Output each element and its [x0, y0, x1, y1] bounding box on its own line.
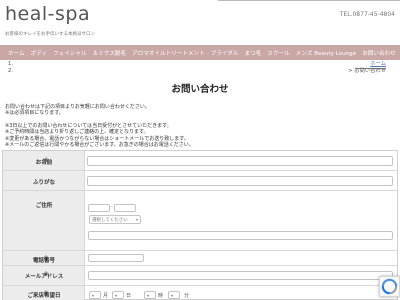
- minute-unit: 分: [184, 293, 190, 299]
- chevron-down-icon: ▾: [115, 293, 118, 298]
- breadcrumb-divider: [355, 68, 386, 69]
- breadcrumb-home-link[interactable]: ホーム: [348, 61, 386, 68]
- nav-item-bridal[interactable]: ブライダル: [211, 49, 239, 57]
- main-nav: ホーム ボディ フェイシャル ＆ミクス脱毛 アロマオイルトリートメント ブライダ…: [0, 45, 400, 60]
- form-label-cell: ご住所: [3, 191, 85, 250]
- required-mark: ※: [43, 291, 49, 297]
- site-logo[interactable]: heal-spa: [5, 3, 90, 25]
- form-row-kana: ふりがな: [3, 171, 397, 191]
- contact-notes: お問い合わせは下記の項目よりお気軽にお問い合わせください。 ※は必須項目になりま…: [5, 104, 194, 148]
- kana-label: ふりがな: [32, 180, 55, 186]
- address-label: ご住所: [35, 203, 53, 209]
- note-line: ※メールのご返信は行間やかる場合がございます。お急ぎの場合はお電話ください。: [5, 142, 194, 149]
- form-label-cell: メールアドレス ※: [3, 266, 85, 285]
- form-label-cell: 電話番号 ※: [3, 251, 85, 265]
- page-title: お問い合わせ: [171, 84, 229, 95]
- nav-item-home[interactable]: ホーム: [8, 49, 25, 57]
- form-row-email: メールアドレス ※: [3, 266, 397, 286]
- nav-item-school[interactable]: スクール: [267, 49, 289, 57]
- phone-input[interactable]: [88, 254, 144, 262]
- breadcrumb-list: 1. 2.: [8, 61, 13, 75]
- form-row-phone: 電話番号 ※: [3, 251, 397, 266]
- day-unit: 日: [126, 293, 132, 299]
- form-row-name: お名前 ※: [3, 151, 397, 171]
- prefecture-select-value: 選択してください: [92, 218, 128, 223]
- recaptcha-badge[interactable]: [379, 276, 400, 297]
- contact-form: お名前 ※ ふりがな ご住所 - 選択してください ▾ 電話番号 ※ メールアドレス…: [2, 150, 398, 300]
- name-input[interactable]: [87, 156, 393, 166]
- required-mark: ※: [43, 158, 49, 164]
- minute-select[interactable]: ▾: [168, 291, 180, 299]
- prefecture-select[interactable]: 選択してください ▾: [89, 215, 141, 224]
- site-tagline: お客様のキレイをお手伝いする本格派サロン: [5, 32, 95, 37]
- chevron-down-icon: ▾: [92, 293, 95, 298]
- postal-code-first-input[interactable]: [88, 204, 110, 212]
- day-select[interactable]: ▾: [112, 291, 124, 299]
- required-mark: ※: [43, 256, 49, 262]
- site-header: heal-spa お客様のキレイをお手伝いする本格派サロン TEL.0877-4…: [0, 0, 400, 44]
- nav-item-eyelash[interactable]: まつ毛: [244, 49, 261, 57]
- address-input[interactable]: [88, 231, 393, 240]
- postal-dash: -: [111, 204, 113, 210]
- kana-input[interactable]: [87, 176, 393, 186]
- chevron-down-icon: ▾: [135, 217, 138, 222]
- month-unit: 月: [103, 293, 109, 299]
- nav-item-contact[interactable]: お問い合わせ: [362, 49, 396, 57]
- breadcrumb-number: 2.: [8, 67, 14, 74]
- nav-item-body[interactable]: ボディ: [31, 49, 47, 57]
- month-select[interactable]: ▾: [89, 291, 101, 299]
- nav-item-hair-removal[interactable]: ＆ミクス脱毛: [93, 49, 126, 57]
- form-row-address: ご住所 - 選択してください ▾: [3, 191, 397, 251]
- required-mark: ※: [43, 272, 49, 278]
- form-label-cell: ご来店希望日 ※: [3, 286, 85, 300]
- chevron-down-icon: ▾: [171, 293, 174, 298]
- hour-unit: 時: [158, 293, 164, 299]
- chevron-down-icon: ▾: [147, 293, 150, 298]
- nav-item-mens-lounge[interactable]: メンズ Beauty Lounge: [296, 49, 357, 57]
- postal-code-second-input[interactable]: [114, 204, 136, 212]
- form-row-date: ご来店希望日 ※ ▾ 月 ▾ 日 ▾ 時 ▾ 分: [3, 286, 397, 300]
- email-input[interactable]: [88, 271, 393, 280]
- hour-select[interactable]: ▾: [144, 291, 156, 299]
- form-label-cell: ふりがな: [3, 171, 85, 190]
- nav-item-aroma-oil[interactable]: アロマオイルトリートメント: [132, 49, 205, 57]
- header-top-line: [218, 0, 400, 1]
- form-label-cell: お名前 ※: [3, 151, 85, 170]
- recaptcha-icon: [381, 278, 398, 295]
- phone-number[interactable]: TEL.0877-45-4804: [340, 11, 395, 18]
- breadcrumb-number: 1.: [8, 61, 14, 67]
- nav-item-facial[interactable]: フェイシャル: [53, 49, 87, 57]
